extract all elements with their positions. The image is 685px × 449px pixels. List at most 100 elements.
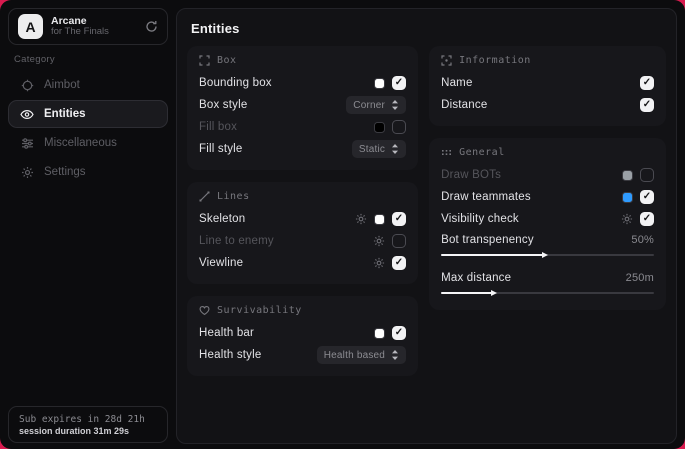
row-line-to-enemy: Line to enemy ✓ xyxy=(199,230,406,252)
row-visibility-check: Visibility check ✓ xyxy=(441,208,654,230)
color-swatch[interactable] xyxy=(374,328,385,339)
check-icon: ✓ xyxy=(395,214,404,224)
row-label: Draw teammates xyxy=(441,191,622,203)
sidebar: A Arcane for The Finals Category Aimbot xyxy=(0,0,176,449)
panel-title: Box xyxy=(217,55,237,66)
sub-expires-text: Sub expires in 28d 21h xyxy=(19,414,157,425)
corner-brackets-icon xyxy=(199,55,210,66)
visibility-check-checkbox[interactable]: ✓ xyxy=(640,212,654,226)
check-icon: ✓ xyxy=(643,192,652,202)
slider-thumb[interactable] xyxy=(491,290,497,296)
color-swatch[interactable] xyxy=(374,214,385,225)
viewline-checkbox[interactable]: ✓ xyxy=(392,256,406,270)
reload-icon[interactable] xyxy=(145,20,158,33)
health-style-dropdown[interactable]: Health based xyxy=(317,346,406,364)
sliders-icon xyxy=(20,137,34,150)
draw-bots-checkbox[interactable]: ✓ xyxy=(640,168,654,182)
row-label: Box style xyxy=(199,99,346,111)
panel-general: General Draw BOTs ✓ Draw teammates xyxy=(429,138,666,310)
chevron-up-down-icon xyxy=(391,144,399,154)
line-to-enemy-checkbox[interactable]: ✓ xyxy=(392,234,406,248)
fill-box-checkbox[interactable]: ✓ xyxy=(392,120,406,134)
row-name: Name ✓ xyxy=(441,72,654,94)
slider-fill xyxy=(441,254,543,256)
fill-style-dropdown[interactable]: Static xyxy=(352,140,406,158)
slider-thumb[interactable] xyxy=(542,252,548,258)
distance-checkbox[interactable]: ✓ xyxy=(640,98,654,112)
gear-icon[interactable] xyxy=(373,235,385,247)
eye-icon xyxy=(20,108,34,121)
sidebar-item-miscellaneous[interactable]: Miscellaneous xyxy=(8,129,168,157)
bot-transparency-slider[interactable] xyxy=(441,251,654,259)
slider-fill xyxy=(441,292,492,294)
dropdown-value: Static xyxy=(359,144,385,155)
category-label: Category xyxy=(14,54,55,65)
panel-title: Survivability xyxy=(217,305,302,316)
health-bar-checkbox[interactable]: ✓ xyxy=(392,326,406,340)
check-icon: ✓ xyxy=(643,100,652,110)
row-label: Line to enemy xyxy=(199,235,373,247)
row-health-bar: Health bar ✓ xyxy=(199,322,406,344)
panel-lines: Lines Skeleton ✓ Line to enemy xyxy=(187,182,418,284)
draw-teammates-checkbox[interactable]: ✓ xyxy=(640,190,654,204)
gear-icon[interactable] xyxy=(373,257,385,269)
row-label: Viewline xyxy=(199,257,373,269)
sidebar-item-label: Miscellaneous xyxy=(44,137,117,149)
row-skeleton: Skeleton ✓ xyxy=(199,208,406,230)
sidebar-item-label: Aimbot xyxy=(44,79,80,91)
row-label: Bot transpenency xyxy=(441,234,631,246)
row-label: Max distance xyxy=(441,272,626,284)
color-swatch[interactable] xyxy=(374,122,385,133)
dropdown-value: Corner xyxy=(353,100,385,111)
dropdown-value: Health based xyxy=(324,350,385,361)
page-title: Entities xyxy=(177,9,676,36)
sidebar-item-label: Entities xyxy=(44,108,86,120)
row-label: Skeleton xyxy=(199,213,355,225)
gear-icon[interactable] xyxy=(621,213,633,225)
bounding-box-checkbox[interactable]: ✓ xyxy=(392,76,406,90)
chevron-up-down-icon xyxy=(391,350,399,360)
row-label: Draw BOTs xyxy=(441,169,622,181)
color-swatch[interactable] xyxy=(622,192,633,203)
panel-title: Lines xyxy=(217,191,250,202)
color-swatch[interactable] xyxy=(622,170,633,181)
max-distance-value: 250m xyxy=(626,272,654,284)
box-style-dropdown[interactable]: Corner xyxy=(346,96,406,114)
app-window: A Arcane for The Finals Category Aimbot xyxy=(0,0,685,449)
row-fill-style: Fill style Static xyxy=(199,138,406,160)
row-fill-box: Fill box ✓ xyxy=(199,116,406,138)
app-header-card: A Arcane for The Finals xyxy=(8,8,168,45)
check-icon: ✓ xyxy=(643,214,652,224)
row-health-style: Health style Health based xyxy=(199,344,406,366)
row-label: Health bar xyxy=(199,327,374,339)
app-subtitle: for The Finals xyxy=(51,27,137,38)
row-label: Fill style xyxy=(199,143,352,155)
check-icon: ✓ xyxy=(643,78,652,88)
session-duration-text: session duration 31m 29s xyxy=(19,426,157,436)
panel-survivability: Survivability Health bar ✓ Health style … xyxy=(187,296,418,376)
row-label: Name xyxy=(441,77,640,89)
row-label: Distance xyxy=(441,99,640,111)
row-bot-transparency: Bot transpenency 50% xyxy=(441,230,654,250)
subscription-card: Sub expires in 28d 21h session duration … xyxy=(8,406,168,443)
row-label: Visibility check xyxy=(441,213,621,225)
color-swatch[interactable] xyxy=(374,78,385,89)
sidebar-item-label: Settings xyxy=(44,166,86,178)
check-icon: ✓ xyxy=(395,78,404,88)
gear-icon[interactable] xyxy=(355,213,367,225)
max-distance-slider[interactable] xyxy=(441,289,654,297)
name-checkbox[interactable]: ✓ xyxy=(640,76,654,90)
crosshair-icon xyxy=(20,79,34,92)
check-icon: ✓ xyxy=(395,258,404,268)
app-title-block: Arcane for The Finals xyxy=(51,15,137,38)
row-viewline: Viewline ✓ xyxy=(199,252,406,274)
sidebar-item-settings[interactable]: Settings xyxy=(8,158,168,186)
sidebar-nav: Aimbot Entities Miscella xyxy=(0,70,176,187)
sidebar-item-entities[interactable]: Entities xyxy=(8,100,168,128)
chevron-up-down-icon xyxy=(391,100,399,110)
panel-title: Information xyxy=(459,55,531,66)
row-box-style: Box style Corner xyxy=(199,94,406,116)
row-max-distance: Max distance 250m xyxy=(441,268,654,288)
sidebar-item-aimbot[interactable]: Aimbot xyxy=(8,71,168,99)
skeleton-checkbox[interactable]: ✓ xyxy=(392,212,406,226)
